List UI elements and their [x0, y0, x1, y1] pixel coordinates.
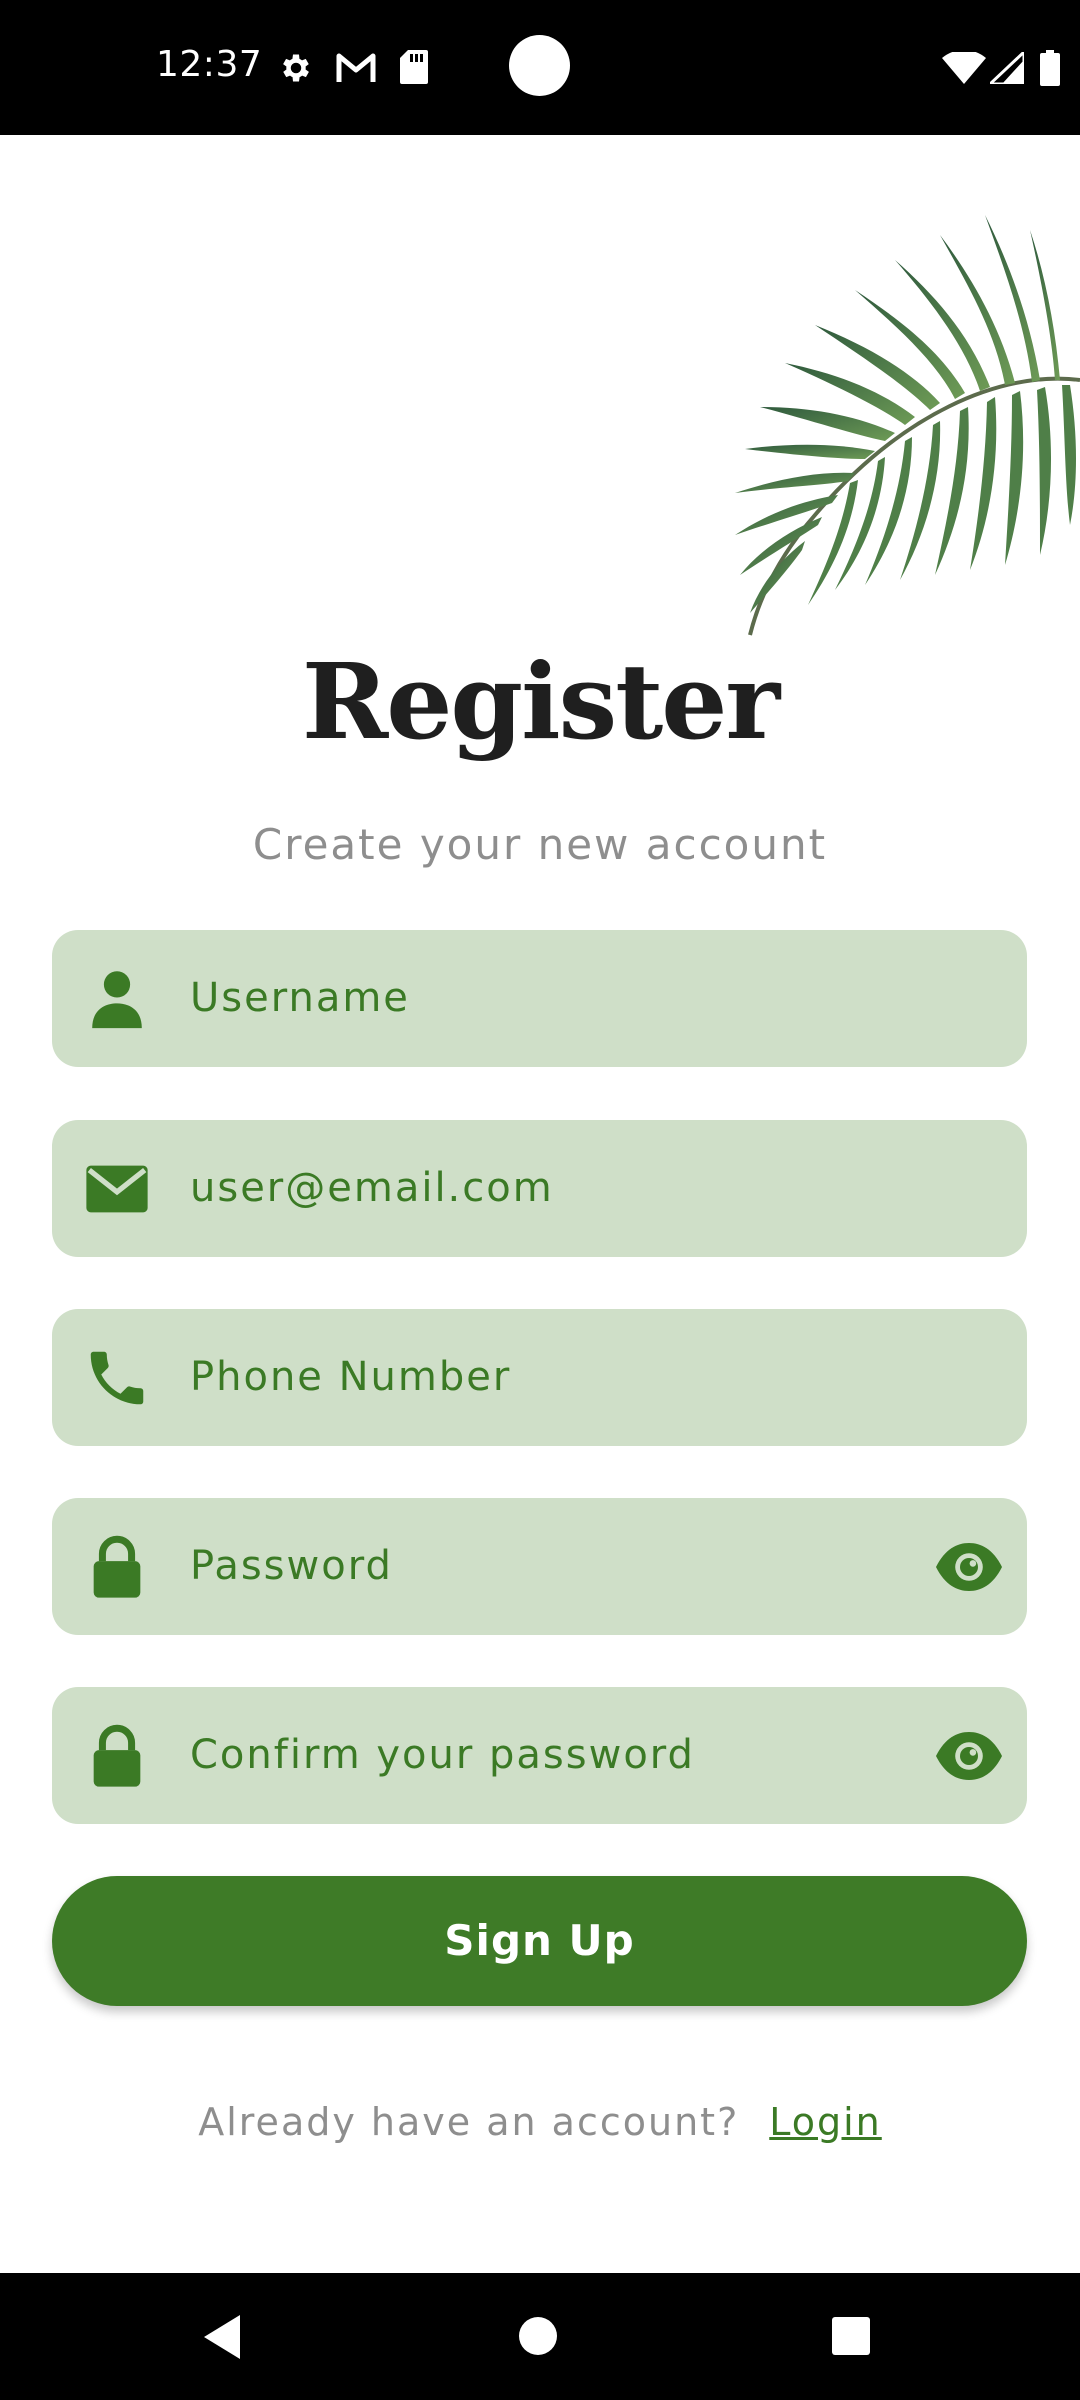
lock-icon [93, 1535, 141, 1598]
email-field[interactable]: user@email.com [52, 1120, 1027, 1257]
envelope-icon [86, 1165, 148, 1213]
gear-icon [283, 54, 309, 82]
front-camera [509, 35, 570, 96]
username-placeholder: Username [190, 975, 410, 1021]
signal-icon [990, 52, 1024, 84]
lock-icon [93, 1724, 141, 1787]
phone-icon [90, 1351, 144, 1405]
confirm-password-field[interactable]: Confirm your password [52, 1687, 1027, 1824]
status-bar: 12:37 [0, 0, 1080, 135]
battery-icon [1040, 50, 1060, 86]
login-prompt: Already have an account? Login [0, 2100, 1080, 2144]
phone-field[interactable]: Phone Number [52, 1309, 1027, 1446]
back-icon[interactable] [200, 2313, 244, 2361]
eye-icon[interactable] [933, 1720, 1005, 1792]
username-field[interactable]: Username [52, 930, 1027, 1067]
register-screen: 12:37 Register Create your new account U… [0, 0, 1080, 2400]
password-field[interactable]: Password [52, 1498, 1027, 1635]
home-icon[interactable] [515, 2313, 561, 2359]
password-placeholder: Password [190, 1543, 393, 1589]
login-question: Already have an account? [198, 2100, 740, 2144]
page-title: Register [301, 640, 780, 763]
gmail-icon [336, 53, 376, 82]
navigation-bar [0, 2273, 1080, 2400]
login-link[interactable]: Login [769, 2100, 882, 2144]
page-subtitle: Create your new account [252, 820, 828, 869]
recents-icon[interactable] [830, 2315, 872, 2357]
email-value: user@email.com [190, 1165, 554, 1211]
phone-placeholder: Phone Number [190, 1354, 512, 1400]
confirm-password-placeholder: Confirm your password [190, 1732, 695, 1778]
palm-leaf-illustration [735, 215, 1080, 636]
sd-card-icon [400, 50, 428, 84]
wifi-icon [942, 52, 986, 84]
sign-up-button[interactable]: Sign Up [52, 1876, 1027, 2006]
eye-icon[interactable] [933, 1531, 1005, 1603]
status-time: 12:37 [156, 44, 263, 85]
person-icon [92, 971, 142, 1029]
